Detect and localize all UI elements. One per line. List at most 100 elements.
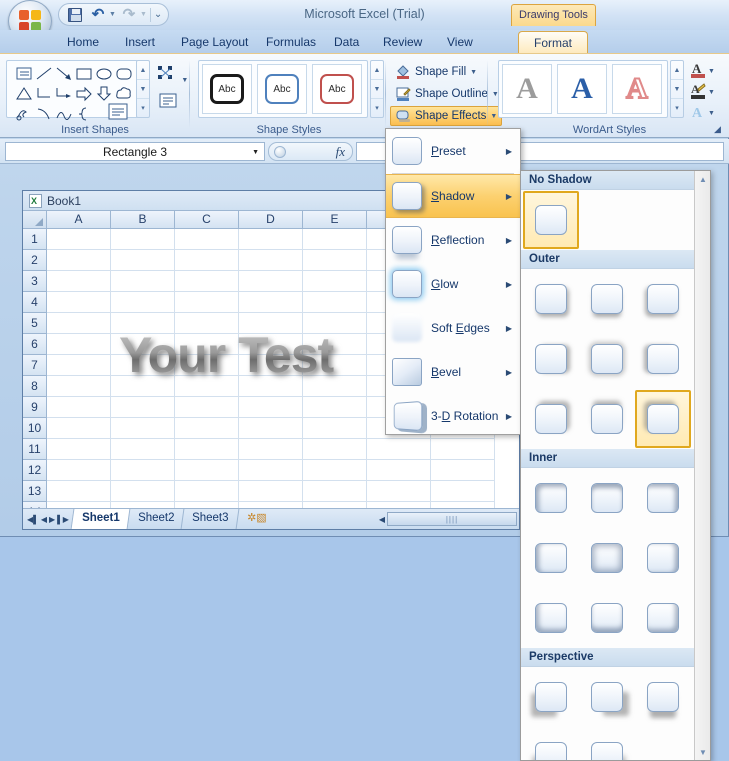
tab-formulas[interactable]: Formulas	[257, 31, 325, 54]
grid-cell[interactable]	[367, 481, 431, 502]
shadow-option-outer-8[interactable]	[579, 390, 635, 448]
grid-cell[interactable]	[303, 481, 367, 502]
shape-effects-button[interactable]: Shape Effects ▼	[390, 106, 503, 126]
grid-cell[interactable]	[303, 250, 367, 271]
shadow-option-outer-7[interactable]	[523, 390, 579, 448]
shape-line-icon[interactable]	[35, 65, 53, 82]
shape-style-thumb-blue[interactable]: Abc	[257, 64, 307, 114]
grid-cell[interactable]	[303, 271, 367, 292]
shape-oval-icon[interactable]	[95, 65, 113, 82]
shape-styles-scroll-up-icon[interactable]: ▲	[371, 61, 383, 80]
shape-elbow-connector-icon[interactable]	[35, 85, 53, 102]
horizontal-scrollbar[interactable]: ◀ ||||	[379, 512, 517, 527]
shapes-gallery-scroll[interactable]: ▲ ▼ ▾	[136, 60, 150, 118]
text-fill-button[interactable]: A ▼	[690, 61, 720, 81]
grid-cell[interactable]	[239, 229, 303, 250]
tab-format[interactable]: Format	[518, 31, 588, 54]
grid-cell[interactable]	[239, 271, 303, 292]
grid-cell[interactable]	[175, 397, 239, 418]
shape-textbox2-icon[interactable]	[107, 102, 128, 120]
text-outline-button[interactable]: A ▼	[690, 82, 720, 102]
grid-cell[interactable]	[239, 439, 303, 460]
grid-cell[interactable]	[47, 481, 111, 502]
shapes-more-icon[interactable]: ▾	[137, 99, 149, 117]
grid-cell[interactable]	[303, 439, 367, 460]
grid-cell[interactable]	[431, 460, 495, 481]
text-fill-caret-icon[interactable]: ▼	[708, 68, 715, 75]
shadow-option-inner-5[interactable]	[579, 529, 635, 587]
shadow-option-inner-9[interactable]	[635, 589, 691, 647]
grid-cell[interactable]	[367, 460, 431, 481]
shadow-option-outer-5[interactable]	[579, 330, 635, 388]
menu-item-shadow[interactable]: Shadow ▶	[386, 174, 520, 218]
grid-cell[interactable]	[47, 418, 111, 439]
shape-styles-scroll-down-icon[interactable]: ▼	[371, 80, 383, 99]
shadow-option-perspective-2[interactable]	[579, 668, 635, 726]
row-header-10[interactable]: 10	[23, 418, 47, 439]
shape-triangle-icon[interactable]	[15, 85, 33, 102]
shape-styles-scroll[interactable]: ▲ ▼ ▾	[370, 60, 384, 118]
tab-data[interactable]: Data	[325, 31, 368, 54]
shadow-option-inner-2[interactable]	[579, 469, 635, 527]
grid-cell[interactable]	[47, 250, 111, 271]
grid-cell[interactable]	[175, 418, 239, 439]
first-sheet-icon[interactable]: ◀▌	[27, 515, 39, 524]
shapes-scroll-down-icon[interactable]: ▼	[137, 80, 149, 99]
hscroll-left-icon[interactable]: ◀	[379, 515, 385, 524]
gallery-scroll-up-icon[interactable]: ▲	[695, 171, 710, 187]
grid-cell[interactable]	[239, 460, 303, 481]
row-header-12[interactable]: 12	[23, 460, 47, 481]
menu-item-bevel[interactable]: Bevel ▶	[386, 350, 520, 394]
shape-style-thumb-red[interactable]: Abc	[312, 64, 362, 114]
wordart-thumb-red[interactable]: A	[612, 64, 662, 114]
grid-cell[interactable]	[175, 250, 239, 271]
column-header-C[interactable]: C	[175, 211, 239, 229]
shape-arrow-icon[interactable]	[55, 65, 73, 82]
column-header-A[interactable]: A	[47, 211, 111, 229]
grid-cell[interactable]	[431, 439, 495, 460]
shadow-option-inner-6[interactable]	[635, 529, 691, 587]
menu-item-3d-rotation[interactable]: 3-D Rotation ▶	[386, 394, 520, 438]
tab-review[interactable]: Review	[374, 31, 431, 54]
last-sheet-icon[interactable]: ▌▶	[57, 515, 69, 524]
grid-cell[interactable]	[175, 229, 239, 250]
grid-cell[interactable]	[47, 271, 111, 292]
grid-cell[interactable]	[111, 418, 175, 439]
cancel-enter-icon[interactable]	[274, 145, 286, 158]
grid-cell[interactable]	[47, 397, 111, 418]
sheet-tab-sheet2[interactable]: Sheet2	[126, 509, 185, 529]
shadow-option-inner-1[interactable]	[523, 469, 579, 527]
tab-home[interactable]: Home	[58, 31, 108, 54]
grid-cell[interactable]	[47, 334, 111, 355]
insert-worksheet-tab[interactable]: ✲▧	[235, 509, 277, 529]
shadow-option-outer-9[interactable]	[635, 390, 691, 448]
text-outline-caret-icon[interactable]: ▼	[708, 89, 715, 96]
shape-elbow-arrow-icon[interactable]	[55, 85, 73, 102]
row-header-7[interactable]: 7	[23, 355, 47, 376]
shadow-option-inner-3[interactable]	[635, 469, 691, 527]
shape-textbox-icon[interactable]	[15, 65, 33, 82]
shapes-gallery[interactable]	[6, 60, 138, 121]
grid-cell[interactable]	[239, 418, 303, 439]
row-header-2[interactable]: 2	[23, 250, 47, 271]
wordart-styles-scroll[interactable]: ▲ ▼ ▾	[670, 60, 684, 118]
grid-cell[interactable]	[111, 481, 175, 502]
grid-cell[interactable]	[47, 460, 111, 481]
shadow-option-inner-8[interactable]	[579, 589, 635, 647]
shape-rectangle-icon[interactable]	[75, 65, 93, 82]
grid-cell[interactable]	[239, 292, 303, 313]
wordart-dialog-launcher[interactable]: ◢	[714, 124, 725, 135]
row-header-4[interactable]: 4	[23, 292, 47, 313]
grid-cell[interactable]	[303, 292, 367, 313]
shadow-option-no-shadow-1[interactable]	[523, 191, 579, 249]
grid-cell[interactable]	[239, 397, 303, 418]
shadow-option-inner-4[interactable]	[523, 529, 579, 587]
shadow-option-perspective-5[interactable]	[579, 728, 635, 760]
shape-rounded-rectangle-icon[interactable]	[115, 65, 133, 82]
grid-cell[interactable]	[111, 292, 175, 313]
edit-shape-caret-icon[interactable]: ▼	[181, 77, 188, 84]
shadow-option-outer-2[interactable]	[579, 270, 635, 328]
shadow-option-outer-6[interactable]	[635, 330, 691, 388]
grid-cell[interactable]	[303, 397, 367, 418]
grid-cell[interactable]	[175, 481, 239, 502]
